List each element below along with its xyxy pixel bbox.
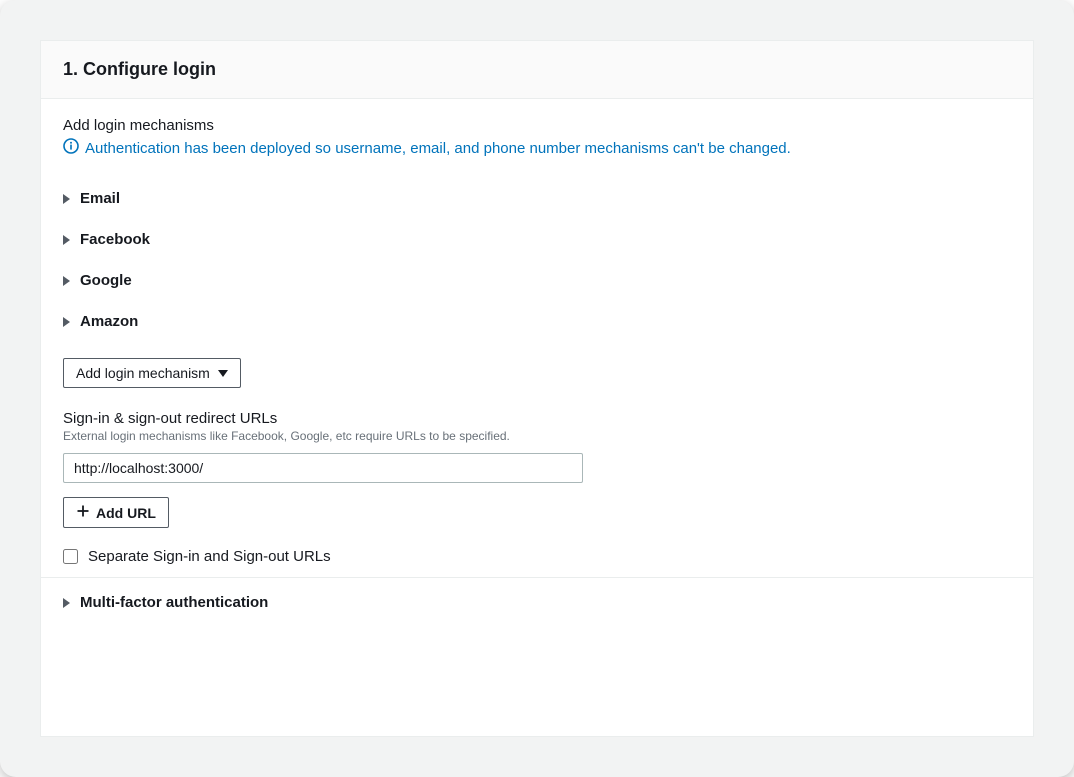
info-icon [63, 138, 79, 158]
outer-frame: 1. Configure login Add login mechanisms … [0, 0, 1074, 777]
caret-right-icon [63, 317, 70, 327]
redirect-url-input[interactable] [63, 453, 583, 483]
separate-urls-checkbox[interactable] [63, 549, 78, 564]
separate-urls-row: Separate Sign-in and Sign-out URLs [63, 548, 1011, 565]
login-options-list: Email Facebook Google Amazon [63, 178, 1011, 342]
add-login-mechanism-dropdown[interactable]: Add login mechanism [63, 358, 241, 388]
login-option-email[interactable]: Email [63, 178, 1011, 219]
login-option-label: Amazon [80, 313, 138, 330]
login-option-label: Email [80, 190, 120, 207]
login-option-label: Facebook [80, 231, 150, 248]
redirect-urls-help: External login mechanisms like Facebook,… [63, 429, 1011, 443]
notice-text: Authentication has been deployed so user… [85, 140, 791, 157]
login-option-google[interactable]: Google [63, 260, 1011, 301]
panel-body: Add login mechanisms Authentication has … [41, 99, 1033, 633]
panel-header: 1. Configure login [41, 41, 1033, 99]
caret-right-icon [63, 194, 70, 204]
caret-right-icon [63, 235, 70, 245]
dropdown-label: Add login mechanism [76, 365, 210, 381]
login-option-amazon[interactable]: Amazon [63, 301, 1011, 342]
separate-urls-label[interactable]: Separate Sign-in and Sign-out URLs [88, 548, 331, 565]
configure-login-panel: 1. Configure login Add login mechanisms … [40, 40, 1034, 737]
add-login-label: Add login mechanisms [63, 117, 1011, 134]
login-option-facebook[interactable]: Facebook [63, 219, 1011, 260]
plus-icon [76, 504, 90, 521]
chevron-down-icon [218, 370, 228, 377]
panel-title: 1. Configure login [63, 59, 1011, 80]
mfa-label: Multi-factor authentication [80, 594, 268, 611]
deployment-notice: Authentication has been deployed so user… [63, 138, 1011, 158]
add-url-button[interactable]: Add URL [63, 497, 169, 528]
caret-right-icon [63, 598, 70, 608]
redirect-urls-label: Sign-in & sign-out redirect URLs [63, 410, 1011, 427]
add-url-label: Add URL [96, 505, 156, 521]
mfa-section-toggle[interactable]: Multi-factor authentication [63, 578, 1011, 611]
login-option-label: Google [80, 272, 132, 289]
caret-right-icon [63, 276, 70, 286]
